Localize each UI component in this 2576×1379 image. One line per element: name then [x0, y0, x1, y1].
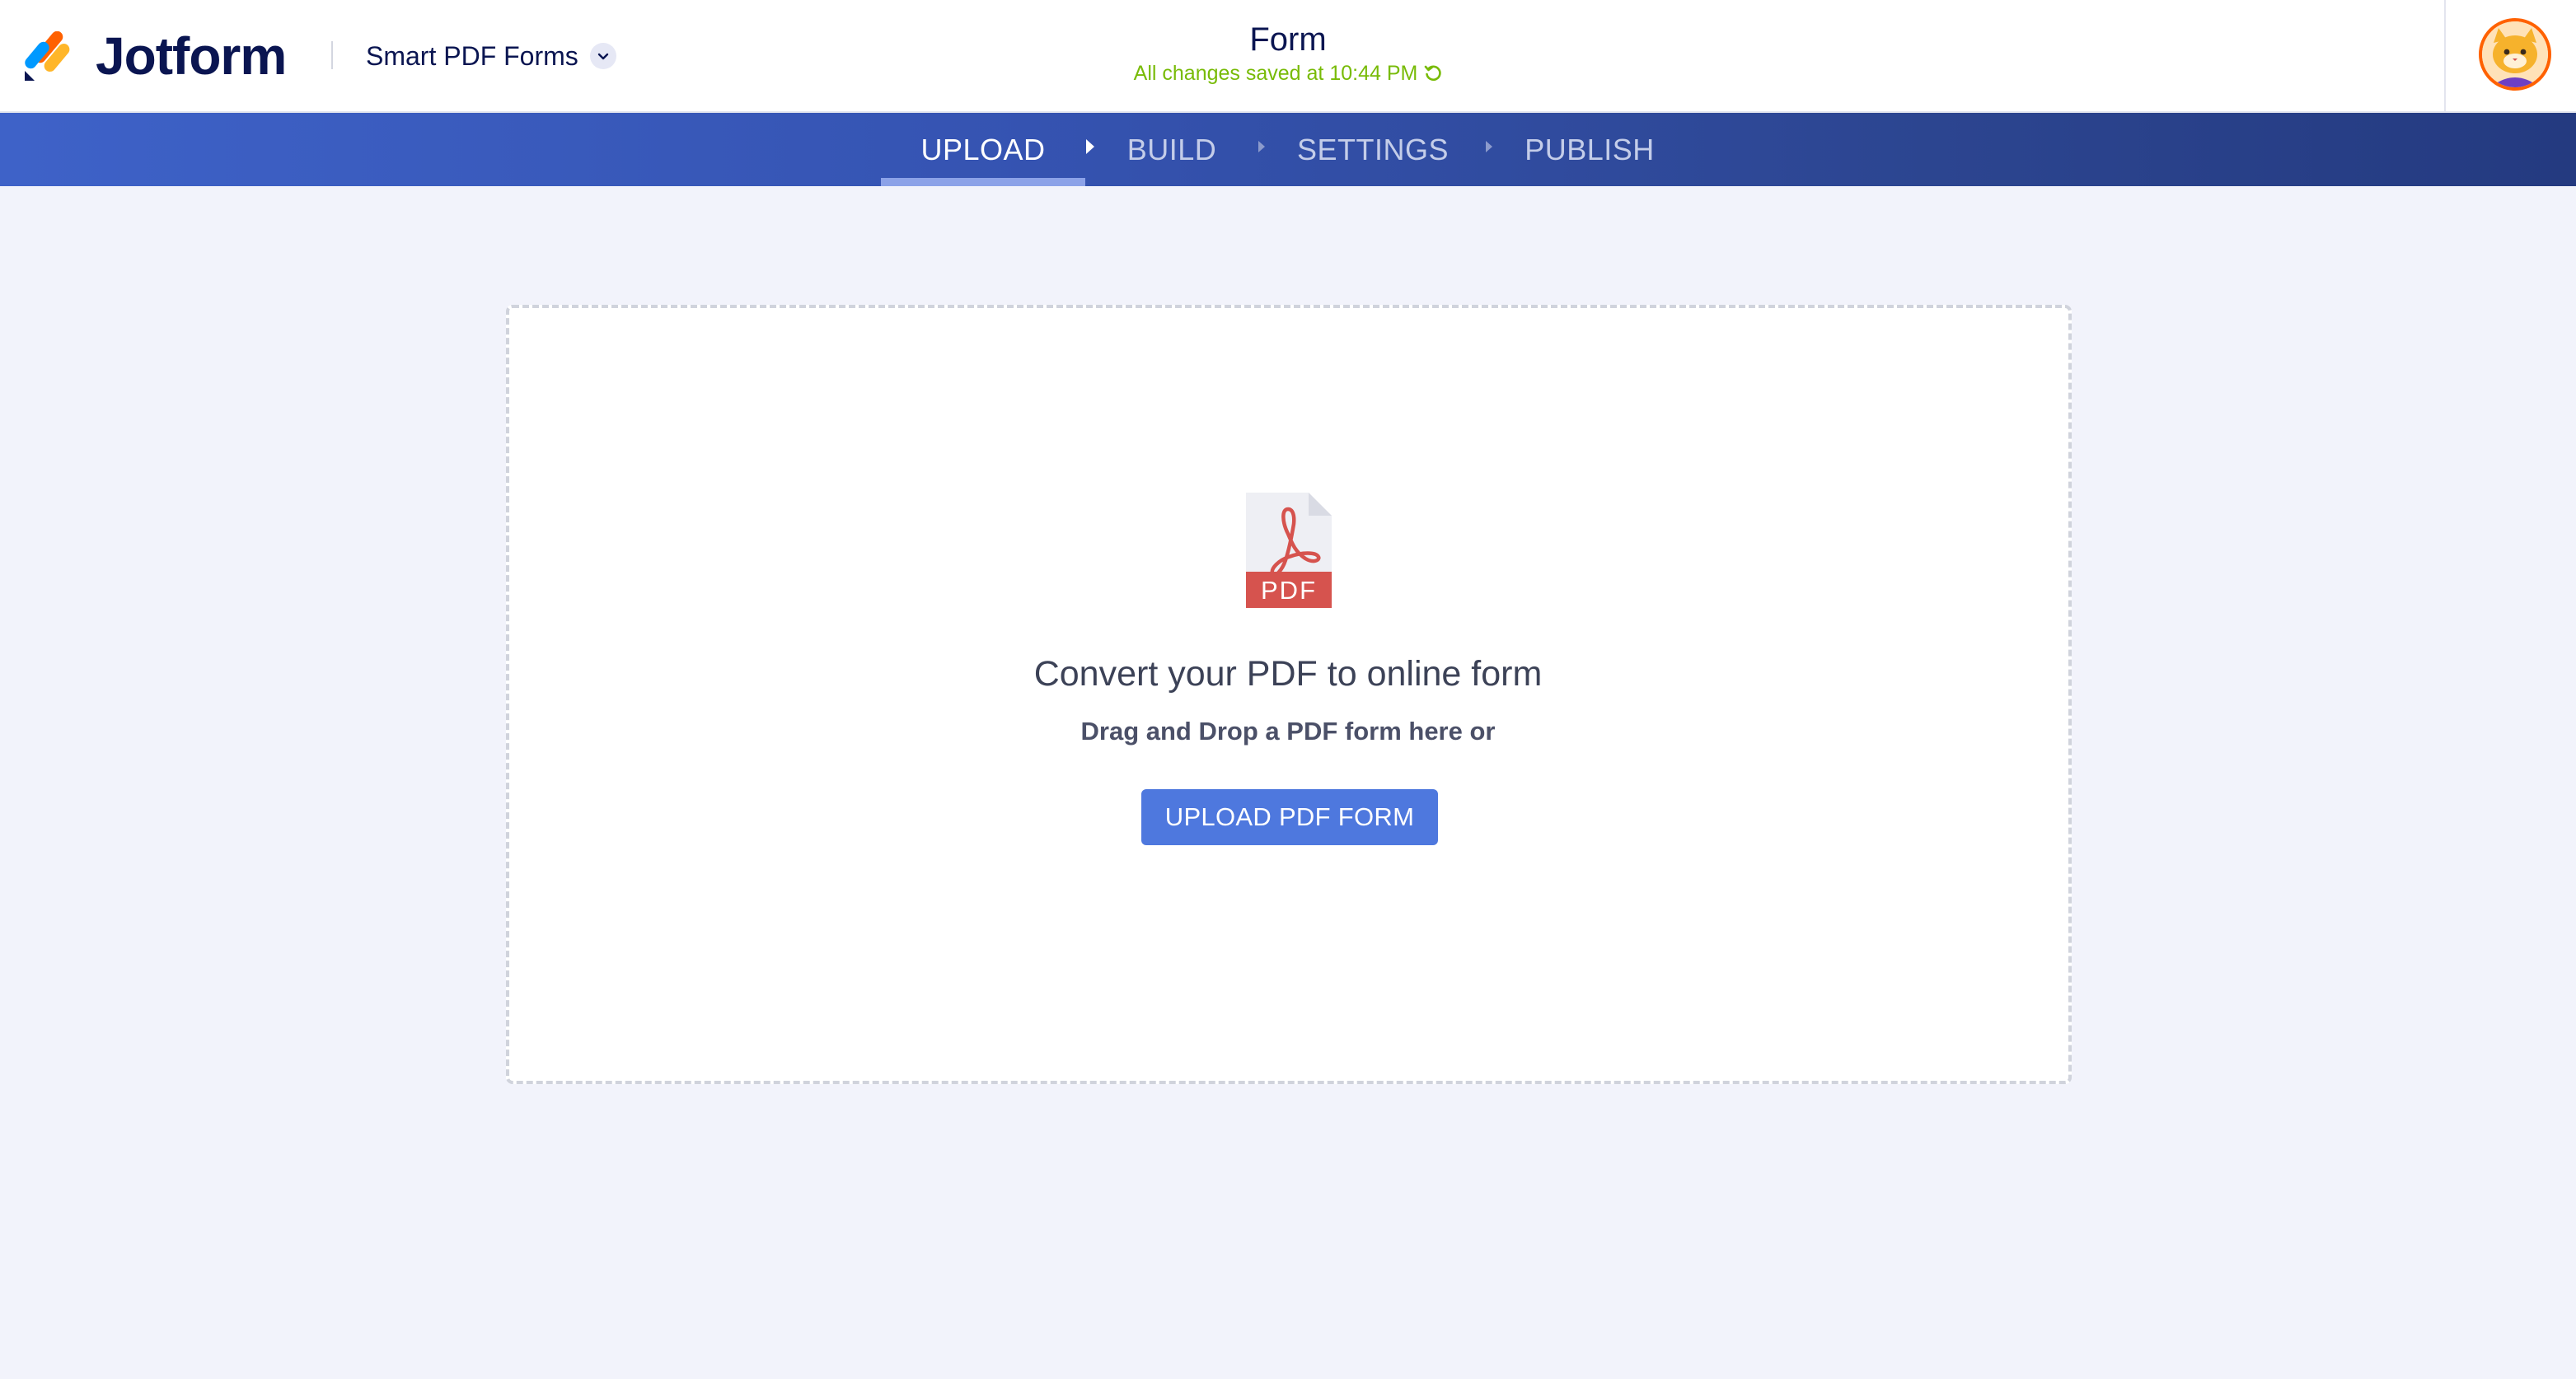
pdf-icon-label: PDF	[1261, 576, 1317, 605]
user-avatar[interactable]	[2479, 18, 2551, 91]
active-step-indicator	[881, 178, 1085, 186]
chevron-down-icon[interactable]	[589, 43, 616, 69]
caret-right-icon	[1486, 141, 1492, 152]
top-header: Jotform Smart PDF Forms Form All changes…	[0, 0, 2576, 113]
product-name: Smart PDF Forms	[366, 41, 578, 71]
tab-upload[interactable]: UPLOAD	[906, 113, 1060, 186]
avatar-image	[2482, 21, 2548, 87]
product-switcher[interactable]: Smart PDF Forms	[366, 36, 616, 76]
save-status: All changes saved at 10:44 PM	[958, 59, 1618, 87]
tab-settings[interactable]: SETTINGS	[1290, 113, 1455, 186]
tab-build[interactable]: BUILD	[1114, 113, 1229, 186]
form-title[interactable]: Form	[958, 20, 1618, 59]
caret-right-icon	[1086, 139, 1094, 154]
logo-wordmark[interactable]: Jotform	[96, 25, 287, 87]
step-navigation	[0, 113, 2576, 186]
caret-right-icon	[1258, 141, 1265, 152]
jotform-logo-icon[interactable]	[23, 31, 73, 82]
save-status-text: All changes saved at 10:44 PM	[1133, 62, 1418, 85]
pdf-file-icon: PDF	[1246, 493, 1332, 608]
upload-pdf-button[interactable]: UPLOAD PDF FORM	[1141, 789, 1438, 845]
upload-instructions: Drag and Drop a PDF form here or	[1080, 717, 1496, 746]
header-separator	[331, 41, 333, 69]
tab-publish[interactable]: PUBLISH	[1521, 113, 1658, 186]
refresh-icon[interactable]	[1424, 64, 1442, 82]
form-title-block: Form All changes saved at 10:44 PM	[958, 20, 1618, 87]
upload-headline: Convert your PDF to online form	[1033, 654, 1543, 694]
header-right-divider	[2444, 0, 2446, 113]
